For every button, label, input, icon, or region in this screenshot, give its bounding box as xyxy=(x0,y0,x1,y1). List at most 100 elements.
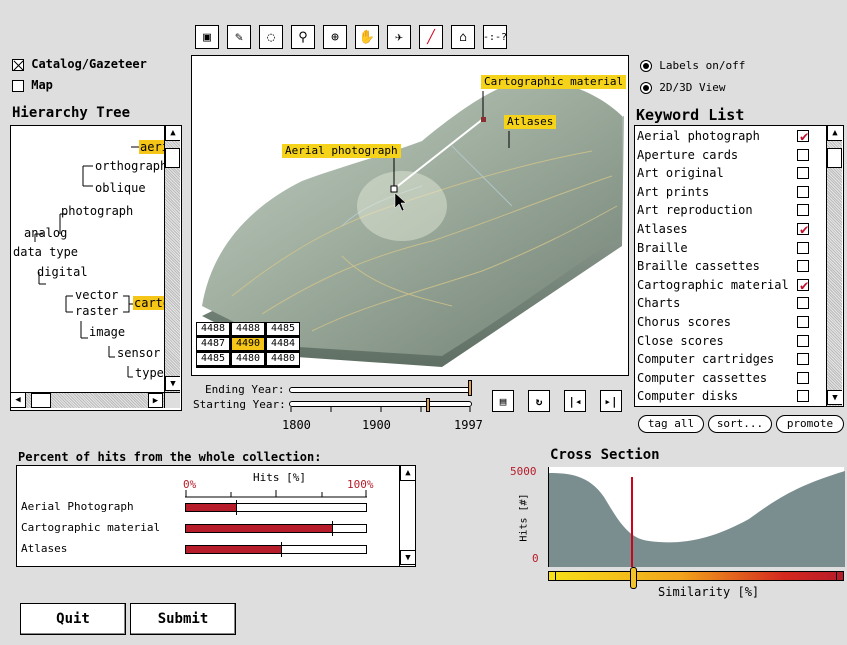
keyword-item[interactable]: Art original xyxy=(637,164,823,182)
scroll-down-icon[interactable]: ▼ xyxy=(400,550,415,565)
labels-radio[interactable] xyxy=(640,59,652,72)
percent-bar-track xyxy=(185,521,367,536)
tree-vertical-thumb[interactable] xyxy=(165,148,180,168)
keyword-checkbox[interactable] xyxy=(797,241,809,254)
edit-image-icon[interactable]: ✎ xyxy=(227,25,251,49)
keyword-checkbox[interactable] xyxy=(797,297,809,310)
skip-back-icon[interactable]: |◂ xyxy=(564,390,586,412)
percent-bar-marker xyxy=(281,542,283,557)
keyword-item[interactable]: Close scores xyxy=(637,332,823,350)
percent-bar-fill xyxy=(186,525,332,532)
tree-node-orthographic[interactable]: orthographi xyxy=(95,159,174,173)
scroll-up-icon[interactable]: ▲ xyxy=(827,126,842,141)
keyword-checkbox[interactable] xyxy=(797,371,809,384)
tag-all-button[interactable]: tag all xyxy=(638,415,704,433)
elevation-cell: 4485 xyxy=(266,322,300,336)
quit-button[interactable]: Quit xyxy=(20,603,126,635)
ending-year-handle[interactable] xyxy=(468,380,472,396)
year-tick-1900: 1900 xyxy=(362,418,391,432)
scroll-right-icon[interactable]: ▶ xyxy=(148,393,163,408)
keyword-checkbox[interactable] xyxy=(797,316,809,328)
view-radio[interactable] xyxy=(640,81,652,94)
keyword-item[interactable]: Braille cassettes xyxy=(637,257,823,275)
scroll-left-icon[interactable]: ◀ xyxy=(11,393,26,408)
rotate-icon[interactable]: ↻ xyxy=(528,390,550,412)
promote-button[interactable]: promote xyxy=(776,415,844,433)
tree-node-data-type[interactable]: data type xyxy=(13,245,78,259)
view-toggle[interactable]: 2D/3D View xyxy=(640,80,725,94)
keyword-checkbox[interactable] xyxy=(797,353,809,366)
tree-node-image[interactable]: image xyxy=(89,325,125,339)
crosshair-icon[interactable]: ⊕ xyxy=(323,25,347,49)
keyword-item[interactable]: Aperture cards xyxy=(637,146,823,164)
tree-node-oblique[interactable]: oblique xyxy=(95,181,146,195)
polygon-icon[interactable]: ⌂ xyxy=(451,25,475,49)
keyword-item[interactable]: Art prints xyxy=(637,183,823,201)
labels-toggle[interactable]: Labels on/off xyxy=(640,58,745,72)
film-strip-icon[interactable]: ▤ xyxy=(492,390,514,412)
satellite-icon[interactable]: ✈ xyxy=(387,25,411,49)
catalog-option[interactable]: Catalog/Gazeteer xyxy=(12,57,147,71)
keyword-checkbox[interactable] xyxy=(797,204,809,217)
sort-button[interactable]: sort... xyxy=(708,415,772,433)
tree-node-analog[interactable]: analog xyxy=(24,226,67,240)
help-cursor-icon[interactable]: -:-? xyxy=(483,25,507,49)
keyword-item[interactable]: Braille xyxy=(637,239,823,257)
tree-vertical-scrollbar[interactable]: ▲ ▼ xyxy=(164,126,180,392)
keyword-scrollbar[interactable]: ▲ ▼ xyxy=(826,126,842,406)
keyword-item[interactable]: Chorus scores xyxy=(637,313,823,331)
map-checkbox[interactable] xyxy=(12,79,24,92)
hits-axis-label: Hits [%] xyxy=(253,471,306,484)
keyword-item[interactable]: Computer disks xyxy=(637,387,823,405)
save-icon[interactable]: ▣ xyxy=(195,25,219,49)
keyword-item[interactable]: Computer cassettes xyxy=(637,369,823,387)
tree-node-vector[interactable]: vector xyxy=(75,288,118,302)
tree-node-photograph[interactable]: photograph xyxy=(61,204,133,218)
labels-toggle-label: Labels on/off xyxy=(659,59,746,72)
similarity-handle[interactable] xyxy=(629,567,637,589)
ending-year-track[interactable] xyxy=(289,387,472,393)
keyword-checkbox[interactable] xyxy=(797,260,809,273)
terrain-viewer[interactable]: Cartographic material Atlases Aerial pho… xyxy=(191,55,629,376)
tree-node-sensor[interactable]: sensor xyxy=(117,346,160,360)
keyword-item[interactable]: Aerial photograph ✔ xyxy=(637,127,823,145)
similarity-scale[interactable] xyxy=(548,571,844,581)
keyword-item[interactable]: Art reproduction xyxy=(637,201,823,219)
zoom-icon[interactable]: ⚲ xyxy=(291,25,315,49)
skip-forward-icon[interactable]: ▸| xyxy=(600,390,622,412)
scroll-down-icon[interactable]: ▼ xyxy=(165,376,180,391)
catalog-checkbox[interactable] xyxy=(12,58,24,71)
keyword-checkbox[interactable]: ✔ xyxy=(797,129,809,145)
keyword-checkbox[interactable]: ✔ xyxy=(797,278,809,294)
callout-atlases[interactable]: Atlases xyxy=(504,115,557,129)
hand-pan-icon[interactable]: ✋ xyxy=(355,25,379,49)
tree-horizontal-thumb[interactable] xyxy=(31,393,51,408)
line-draw-icon[interactable]: ╱ xyxy=(419,25,443,49)
keyword-checkbox[interactable]: ✔ xyxy=(797,222,809,238)
submit-button[interactable]: Submit xyxy=(130,603,236,635)
tree-horizontal-scrollbar[interactable]: ◀ ▶ xyxy=(11,392,164,408)
scroll-up-icon[interactable]: ▲ xyxy=(165,126,180,141)
keyword-item[interactable]: Charts xyxy=(637,294,823,312)
keyword-scroll-thumb[interactable] xyxy=(827,148,842,168)
tree-node-type[interactable]: type xyxy=(135,366,164,380)
callout-aerial[interactable]: Aerial photograph xyxy=(282,144,401,158)
keyword-item[interactable]: Cartographic material ✔ xyxy=(637,276,823,294)
keyword-checkbox[interactable] xyxy=(797,334,809,347)
percent-bar-track xyxy=(185,500,367,515)
keyword-checkbox[interactable] xyxy=(797,167,809,180)
map-option[interactable]: Map xyxy=(12,78,53,92)
tree-node-digital[interactable]: digital xyxy=(37,265,88,279)
percent-scrollbar[interactable]: ▲ ▼ xyxy=(399,466,415,566)
cross-section-marker[interactable] xyxy=(631,477,634,567)
scroll-down-icon[interactable]: ▼ xyxy=(827,390,842,405)
keyword-item[interactable]: Atlases ✔ xyxy=(637,220,823,238)
tree-node-raster[interactable]: raster xyxy=(75,304,118,318)
scroll-up-icon[interactable]: ▲ xyxy=(400,466,415,481)
lasso-select-icon[interactable]: ◌ xyxy=(259,25,283,49)
callout-cartographic[interactable]: Cartographic material xyxy=(481,75,627,89)
keyword-checkbox[interactable] xyxy=(797,185,809,198)
keyword-checkbox[interactable] xyxy=(797,148,809,161)
keyword-checkbox[interactable] xyxy=(797,390,809,403)
keyword-item[interactable]: Computer cartridges xyxy=(637,350,823,368)
